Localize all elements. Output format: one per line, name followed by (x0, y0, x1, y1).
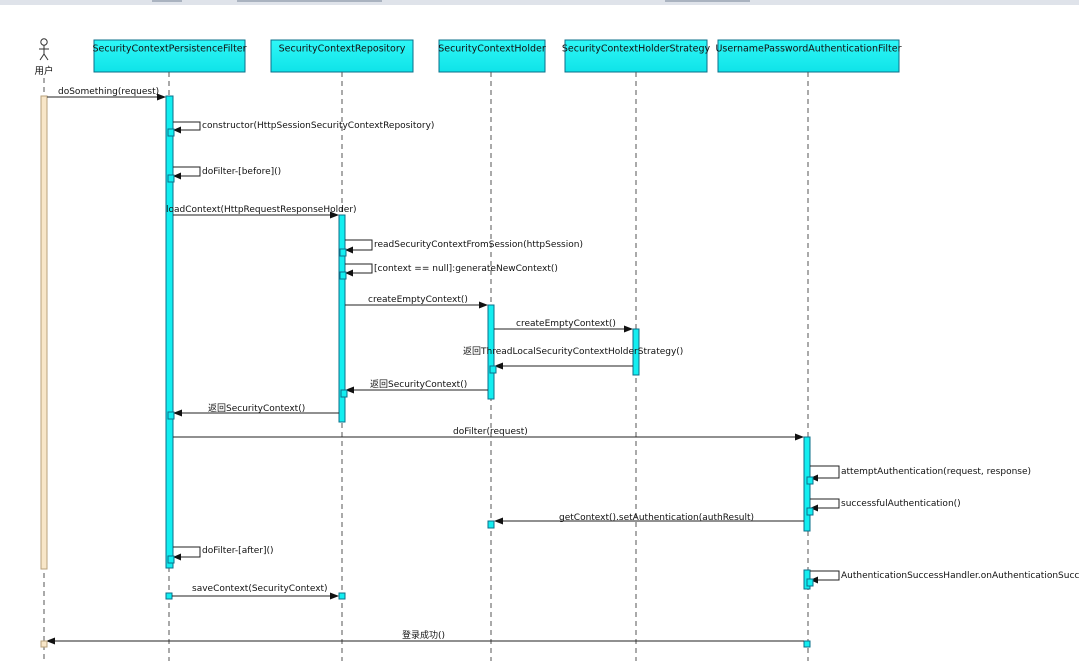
message-dofilter-request[interactable]: doFilter(request) (173, 427, 804, 441)
message-label: loadContext(HttpRequestResponseHolder) (166, 205, 357, 215)
message-return-security-context-repo[interactable]: 返回SecurityContext() (340, 378, 488, 398)
actor-user[interactable]: 用户 (34, 38, 54, 77)
message-login-success[interactable]: 登录成功() (40, 629, 811, 648)
message-label: AuthenticationSuccessHandler.onAuthentic… (841, 571, 1079, 581)
message-label: 返回ThreadLocalSecurityContextHolderStrate… (463, 345, 683, 357)
message-label: 返回SecurityContext() (208, 402, 305, 414)
message-label: readSecurityContextFromSession(httpSessi… (374, 240, 583, 250)
participant-securitycontextpersistencefilter[interactable]: SecurityContextPersistenceFilter (92, 39, 247, 73)
participant-securitycontextrepository[interactable]: SecurityContextRepository (270, 39, 414, 73)
message-load-context[interactable]: loadContext(HttpRequestResponseHolder) (166, 205, 357, 219)
participant-label: SecurityContextHolderStrategy (562, 44, 711, 55)
message-label: 登录成功() (402, 629, 445, 641)
message-do-something[interactable]: doSomething(request) (47, 87, 166, 101)
message-dofilter-before[interactable]: doFilter-[before]() (167, 166, 281, 183)
participant-securitycontextholder[interactable]: SecurityContextHolder (438, 39, 546, 73)
message-label: attemptAuthentication(request, response) (841, 467, 1031, 477)
message-label: doSomething(request) (58, 87, 159, 97)
activation-user (40, 95, 48, 570)
message-constructor[interactable]: constructor(HttpSessionSecurityContextRe… (167, 121, 434, 137)
participant-usernamepasswordauthenticationfilter[interactable]: UsernamePasswordAuthenticationFilter (715, 39, 902, 73)
message-attempt-authentication[interactable]: attemptAuthentication(request, response) (806, 465, 1031, 485)
activation-persistence-filter (165, 95, 174, 569)
message-label: saveContext(SecurityContext) (192, 584, 328, 594)
message-success-handler[interactable]: AuthenticationSuccessHandler.onAuthentic… (806, 570, 1079, 587)
message-label: createEmptyContext() (368, 295, 468, 305)
message-label: getContext().setAuthentication(authResul… (559, 513, 754, 523)
message-label: [context == null]:generateNewContext() (374, 264, 558, 274)
message-generate-new-context[interactable]: [context == null]:generateNewContext() (339, 263, 558, 280)
message-create-empty-context-strategy[interactable]: createEmptyContext() (494, 319, 633, 333)
participant-label: SecurityContextHolder (438, 44, 546, 55)
actor-label: 用户 (34, 65, 53, 77)
message-label: successfulAuthentication() (841, 499, 961, 509)
participant-label: SecurityContextRepository (279, 44, 406, 55)
participant-label: UsernamePasswordAuthenticationFilter (715, 44, 901, 55)
message-label: constructor(HttpSessionSecurityContextRe… (202, 121, 434, 131)
message-save-context[interactable]: saveContext(SecurityContext) (165, 584, 346, 600)
message-label: doFilter-[before]() (202, 167, 281, 177)
actor-head-icon (40, 38, 48, 46)
message-read-from-session[interactable]: readSecurityContextFromSession(httpSessi… (339, 239, 583, 257)
message-create-empty-context-holder[interactable]: createEmptyContext() (345, 295, 488, 309)
participant-securitycontextholderstrategy[interactable]: SecurityContextHolderStrategy (562, 39, 711, 73)
message-successful-authentication[interactable]: successfulAuthentication() (806, 498, 961, 516)
sequence-diagram: 用户 SecurityContextPersistenceFilter Secu… (34, 38, 1079, 661)
message-set-authentication[interactable]: getContext().setAuthentication(authResul… (487, 513, 804, 529)
message-label: createEmptyContext() (516, 319, 616, 329)
message-dofilter-after[interactable]: doFilter-[after]() (167, 546, 274, 564)
message-return-security-context-filter[interactable]: 返回SecurityContext() (167, 402, 339, 420)
message-label: doFilter-[after]() (202, 546, 274, 556)
message-label: doFilter(request) (453, 427, 528, 437)
participant-label: SecurityContextPersistenceFilter (92, 44, 246, 55)
message-label: 返回SecurityContext() (370, 378, 467, 390)
message-return-strategy[interactable]: 返回ThreadLocalSecurityContextHolderStrate… (463, 345, 683, 374)
